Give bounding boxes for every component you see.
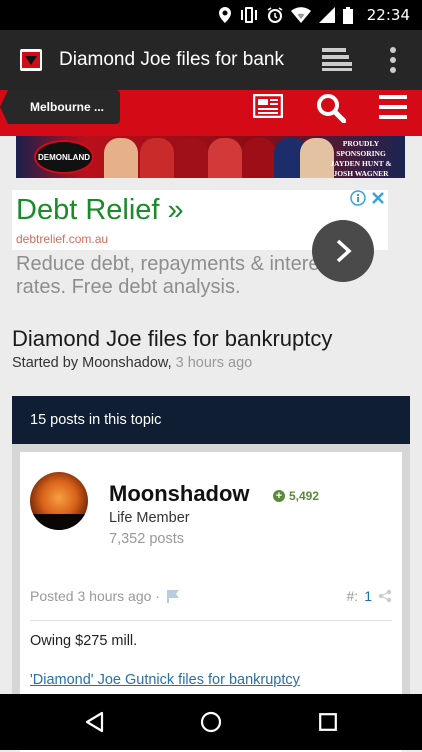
post-text: Owing $275 mill. [30,633,138,649]
plus-icon: + [273,490,285,502]
home-icon[interactable] [200,711,222,733]
topic-meta: Started by Moonshadow, 3 hours ago [12,355,253,371]
divider [30,620,392,621]
flag-icon[interactable] [166,589,180,603]
posted-time: Posted 3 hours ago · [30,588,180,604]
avatar[interactable] [30,472,88,530]
page-title: Diamond Joe files for bankruptcy [12,326,333,351]
player-image [174,138,208,178]
battery-icon [342,6,353,24]
ad-next-button[interactable] [312,220,374,282]
ad-body[interactable]: Reduce debt, repayments & interest rates… [16,253,346,299]
news-icon[interactable] [253,94,283,118]
player-image [208,138,242,178]
system-nav-bar [0,694,422,750]
player-image [104,138,138,178]
back-icon[interactable] [84,711,104,733]
site-favicon [20,49,42,71]
promo-text: PROUDLY SPONSORING JAYDEN HUNT & JOSH WA… [330,139,392,178]
site-header: Melbourne ... [0,90,422,136]
posts-count-bar: 15 posts in this topic [12,396,410,444]
post-link[interactable]: 'Diamond' Joe Gutnick files for bankrupt… [30,672,300,688]
post-number: #: 1 [347,588,392,604]
browser-toolbar: Diamond Joe files for bank [0,30,422,90]
signal-icon [318,7,335,23]
topic-time: 3 hours ago [171,355,253,371]
member-title: Life Member [109,510,190,526]
reputation-badge: + 5,492 [273,489,319,503]
ad-title[interactable]: Debt Relief » [16,194,184,227]
search-icon[interactable] [316,93,346,123]
alarm-icon [267,7,283,23]
post-number-link[interactable]: 1 [364,588,372,604]
ad-choices[interactable] [350,190,386,206]
sponsor-banner[interactable]: DEMONLAND PROUDLY SPONSORING JAYDEN HUNT… [16,136,405,178]
ad-url[interactable]: debtrelief.com.au [16,232,108,246]
topic-author-link[interactable]: Moonshadow, [82,355,171,371]
tab-title[interactable]: Diamond Joe files for bank [59,49,305,71]
overflow-menu-icon[interactable] [389,46,397,74]
chevron-right-icon [336,239,352,263]
status-bar: 22:34 [0,0,422,30]
post-author[interactable]: Moonshadow [109,481,250,507]
breadcrumb[interactable]: Melbourne ... [0,90,120,124]
player-image [140,138,174,178]
recents-icon[interactable] [319,713,337,731]
bookmarks-icon[interactable] [322,48,352,72]
clock: 22:34 [366,6,410,24]
share-icon[interactable] [378,589,392,603]
wifi-icon [290,7,311,23]
post-count: 7,352 posts [109,531,184,547]
player-image [242,138,276,178]
ad-info-icon[interactable] [350,190,366,206]
location-icon [218,7,231,23]
hamburger-menu-icon[interactable] [379,95,407,119]
club-badge: DEMONLAND [34,140,94,174]
ad-close-icon[interactable] [370,190,386,206]
vibrate-icon [240,7,257,23]
